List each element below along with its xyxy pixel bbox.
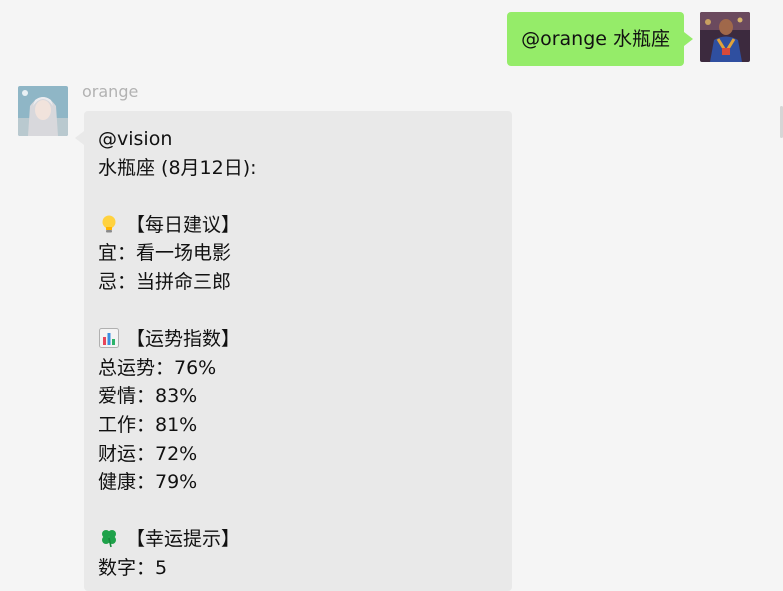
incoming-bubble[interactable]: @vision 水瓶座 (8月12日): 【每日建议】 宜：看一场电影 忌：当拼…: [75, 111, 512, 591]
luck-number: 数字：5: [98, 556, 168, 579]
bar-chart-icon: [98, 325, 120, 354]
four-leaf-clover-icon: [98, 525, 120, 554]
sign-line: 水瓶座 (8月12日):: [98, 156, 257, 179]
advice-avoid: 忌：当拼命三郎: [98, 270, 232, 293]
luck-header-text: 【幸运提示】: [126, 528, 241, 551]
outgoing-text: @orange 水瓶座: [521, 28, 670, 50]
orange-avatar[interactable]: [18, 86, 68, 136]
lightbulb-icon: [98, 211, 120, 240]
luck-header: 【幸运提示】: [98, 525, 512, 554]
outgoing-bubble[interactable]: @orange 水瓶座: [507, 12, 693, 66]
fortune-love: 爱情：83%: [98, 385, 198, 408]
sender-name: orange: [82, 82, 139, 101]
advice-do: 宜：看一场电影: [98, 242, 232, 265]
mention-line: @vision: [98, 128, 173, 150]
fortune-header: 【运势指数】: [98, 325, 512, 354]
my-avatar[interactable]: [700, 12, 750, 62]
fortune-health: 健康：79%: [98, 471, 198, 494]
fortune-wealth: 财运：72%: [98, 442, 198, 465]
fortune-header-text: 【运势指数】: [126, 328, 241, 351]
advice-header: 【每日建议】: [98, 211, 512, 240]
fortune-total: 总运势：76%: [98, 356, 217, 379]
fortune-work: 工作：81%: [98, 413, 198, 436]
advice-header-text: 【每日建议】: [126, 213, 241, 236]
